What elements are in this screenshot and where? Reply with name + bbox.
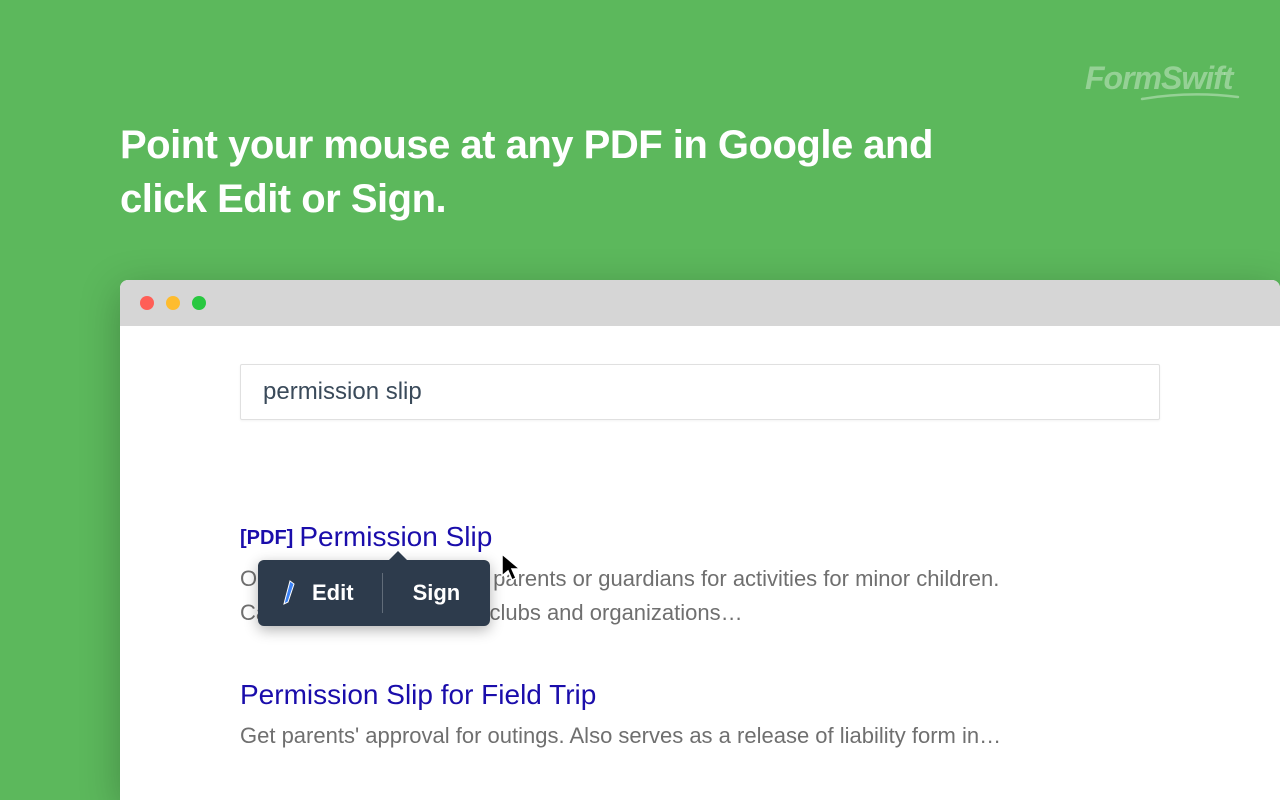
result-title-text: Permission Slip for Field Trip [240, 679, 596, 710]
browser-window: permission slip [PDF]Permission Slip Obt… [120, 280, 1280, 800]
edit-label: Edit [312, 580, 354, 606]
edit-button[interactable]: Edit [258, 560, 382, 626]
result-title-text: Permission Slip [299, 521, 492, 552]
hero-heading: Point your mouse at any PDF in Google an… [120, 118, 933, 226]
brand-logo: FormSwift [1085, 60, 1240, 101]
search-query-text: permission slip [263, 378, 422, 406]
search-results: [PDF]Permission Slip Obtain authorizatio… [240, 520, 1160, 753]
result-title-link[interactable]: Permission Slip for Field Trip [240, 678, 1160, 712]
pdf-tag: [PDF] [240, 527, 293, 549]
search-input[interactable]: permission slip [240, 364, 1160, 420]
browser-content: permission slip [PDF]Permission Slip Obt… [120, 326, 1280, 800]
result-description: Get parents' approval for outings. Also … [240, 719, 1160, 753]
result-desc-line: Get parents' approval for outings. Also … [240, 719, 1160, 753]
maximize-icon[interactable] [192, 296, 206, 310]
minimize-icon[interactable] [166, 296, 180, 310]
brand-name: FormSwift [1085, 60, 1232, 96]
search-result: [PDF]Permission Slip Obtain authorizatio… [240, 520, 1160, 630]
sign-button[interactable]: Sign [383, 560, 491, 626]
formswift-tooltip: Edit Sign [258, 560, 490, 626]
sign-label: Sign [413, 580, 461, 606]
search-result: Permission Slip for Field Trip Get paren… [240, 678, 1160, 754]
hero-line-1: Point your mouse at any PDF in Google an… [120, 118, 933, 172]
close-icon[interactable] [140, 296, 154, 310]
hero-line-2: click Edit or Sign. [120, 172, 933, 226]
pen-icon [280, 580, 300, 606]
result-title-link[interactable]: [PDF] Permission Slip [240, 520, 1160, 554]
browser-titlebar [120, 280, 1280, 326]
